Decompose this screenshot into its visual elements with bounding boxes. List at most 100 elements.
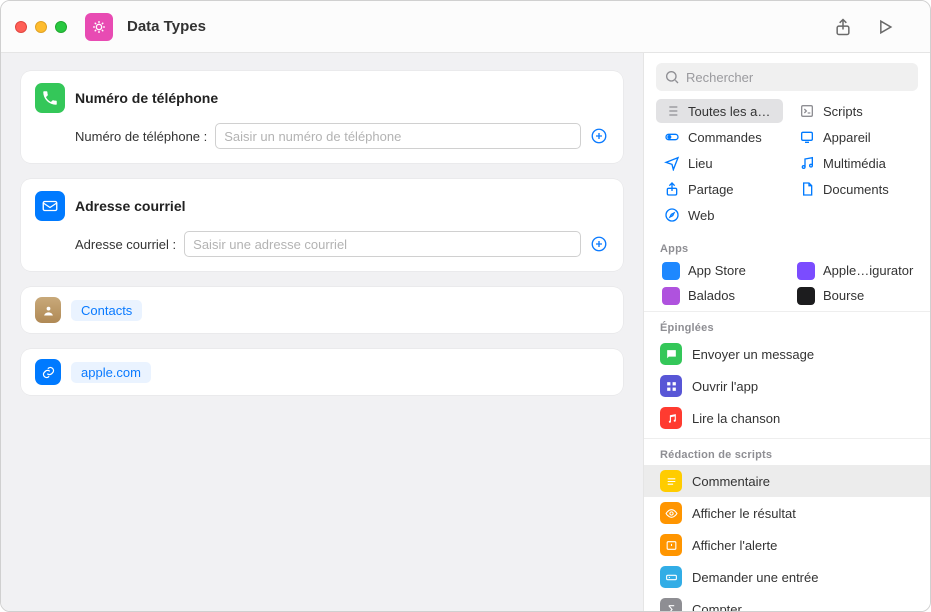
- action-item[interactable]: Afficher le résultat: [644, 497, 930, 529]
- action-label: Commentaire: [692, 474, 770, 489]
- action-label: Ouvrir l'app: [692, 379, 758, 394]
- close-button[interactable]: [15, 21, 27, 33]
- category-list[interactable]: Toutes les acti…: [656, 99, 783, 123]
- apps-header: Apps: [644, 235, 930, 259]
- category-doc[interactable]: Documents: [791, 177, 918, 201]
- action-contacts[interactable]: Contacts: [21, 287, 623, 333]
- share-icon: [664, 181, 680, 197]
- action-email-title: Adresse courriel: [75, 198, 186, 214]
- action-phone[interactable]: Numéro de téléphone Numéro de téléphone …: [21, 71, 623, 163]
- action-label: Compter: [692, 602, 742, 612]
- category-music[interactable]: Multimédia: [791, 151, 918, 175]
- action-label: Afficher le résultat: [692, 506, 796, 521]
- category-safari[interactable]: Web: [656, 203, 783, 227]
- scripts-list: Commentaire Afficher le résultat Afficher …: [644, 465, 930, 611]
- action-label: Envoyer un message: [692, 347, 814, 362]
- action-label: Afficher l'alerte: [692, 538, 777, 553]
- link-icon: [35, 359, 61, 385]
- action-badge-icon: [660, 470, 682, 492]
- action-label: Demander une entrée: [692, 570, 818, 585]
- app-item[interactable]: Balados: [656, 284, 783, 307]
- phone-label: Numéro de téléphone :: [75, 129, 207, 144]
- email-input[interactable]: [184, 231, 581, 257]
- doc-icon: [799, 181, 815, 197]
- window-title: Data Types: [127, 18, 206, 35]
- app-icon: [662, 262, 680, 280]
- action-item[interactable]: Demander une entrée: [644, 561, 930, 593]
- library-sidebar: Toutes les acti… Scripts Commandes Appareil…: [643, 53, 930, 611]
- action-item[interactable]: Ouvrir l'app: [644, 370, 930, 402]
- app-item[interactable]: App Store: [656, 259, 783, 282]
- category-location[interactable]: Lieu: [656, 151, 783, 175]
- category-label: Partage: [688, 182, 734, 197]
- url-pill[interactable]: apple.com: [71, 362, 151, 383]
- titlebar: Data Types: [1, 1, 930, 53]
- action-phone-title: Numéro de téléphone: [75, 90, 218, 106]
- action-badge-icon: [660, 502, 682, 524]
- action-badge-icon: [660, 566, 682, 588]
- mail-icon: [35, 191, 65, 221]
- category-share[interactable]: Partage: [656, 177, 783, 201]
- editor-canvas[interactable]: Numéro de téléphone Numéro de téléphone …: [1, 53, 643, 611]
- action-label: Lire la chanson: [692, 411, 780, 426]
- category-label: Lieu: [688, 156, 713, 171]
- action-item[interactable]: Lire la chanson: [644, 402, 930, 434]
- window-controls: [15, 21, 67, 33]
- scripts-header: Rédaction de scripts: [644, 441, 930, 465]
- app-label: App Store: [688, 263, 746, 278]
- phone-add-button[interactable]: [589, 126, 609, 146]
- device-icon: [799, 129, 815, 145]
- contacts-icon: [35, 297, 61, 323]
- minimize-button[interactable]: [35, 21, 47, 33]
- app-icon: [797, 287, 815, 305]
- app-label: Bourse: [823, 288, 864, 303]
- category-label: Toutes les acti…: [688, 104, 775, 119]
- search-box: [656, 63, 918, 91]
- action-url[interactable]: apple.com: [21, 349, 623, 395]
- pinned-list: Envoyer un message Ouvrir l'app Lire la ch…: [644, 338, 930, 434]
- phone-icon: [35, 83, 65, 113]
- category-script[interactable]: Scripts: [791, 99, 918, 123]
- app-item[interactable]: Bourse: [791, 284, 918, 307]
- action-email[interactable]: Adresse courriel Adresse courriel :: [21, 179, 623, 271]
- zoom-button[interactable]: [55, 21, 67, 33]
- action-item[interactable]: Compter: [644, 593, 930, 611]
- action-item[interactable]: Afficher l'alerte: [644, 529, 930, 561]
- share-icon[interactable]: [832, 16, 854, 38]
- action-badge-icon: [660, 534, 682, 556]
- category-label: Appareil: [823, 130, 871, 145]
- app-label: Balados: [688, 288, 735, 303]
- action-badge-icon: [660, 343, 682, 365]
- shortcut-icon: [85, 13, 113, 41]
- app-label: Apple…igurator: [823, 263, 913, 278]
- category-switch[interactable]: Commandes: [656, 125, 783, 149]
- app-window: Data Types Numéro de téléphone Numéro: [0, 0, 931, 612]
- switch-icon: [664, 129, 680, 145]
- music-icon: [799, 155, 815, 171]
- list-icon: [664, 103, 680, 119]
- category-label: Commandes: [688, 130, 762, 145]
- search-icon: [664, 69, 680, 85]
- email-label: Adresse courriel :: [75, 237, 176, 252]
- category-label: Web: [688, 208, 715, 223]
- app-item[interactable]: Apple…igurator: [791, 259, 918, 282]
- category-label: Scripts: [823, 104, 863, 119]
- action-item[interactable]: Commentaire: [644, 465, 930, 497]
- script-icon: [799, 103, 815, 119]
- email-add-button[interactable]: [589, 234, 609, 254]
- action-badge-icon: [660, 375, 682, 397]
- app-icon: [797, 262, 815, 280]
- category-grid: Toutes les acti… Scripts Commandes Appareil…: [644, 99, 930, 235]
- action-badge-icon: [660, 407, 682, 429]
- safari-icon: [664, 207, 680, 223]
- apps-grid: App Store Apple…igurator Balados Bourse: [644, 259, 930, 307]
- contacts-pill[interactable]: Contacts: [71, 300, 142, 321]
- action-badge-icon: [660, 598, 682, 611]
- pinned-header: Épinglées: [644, 314, 930, 338]
- phone-input[interactable]: [215, 123, 581, 149]
- run-icon[interactable]: [874, 16, 896, 38]
- search-input[interactable]: [656, 63, 918, 91]
- category-device[interactable]: Appareil: [791, 125, 918, 149]
- action-item[interactable]: Envoyer un message: [644, 338, 930, 370]
- location-icon: [664, 155, 680, 171]
